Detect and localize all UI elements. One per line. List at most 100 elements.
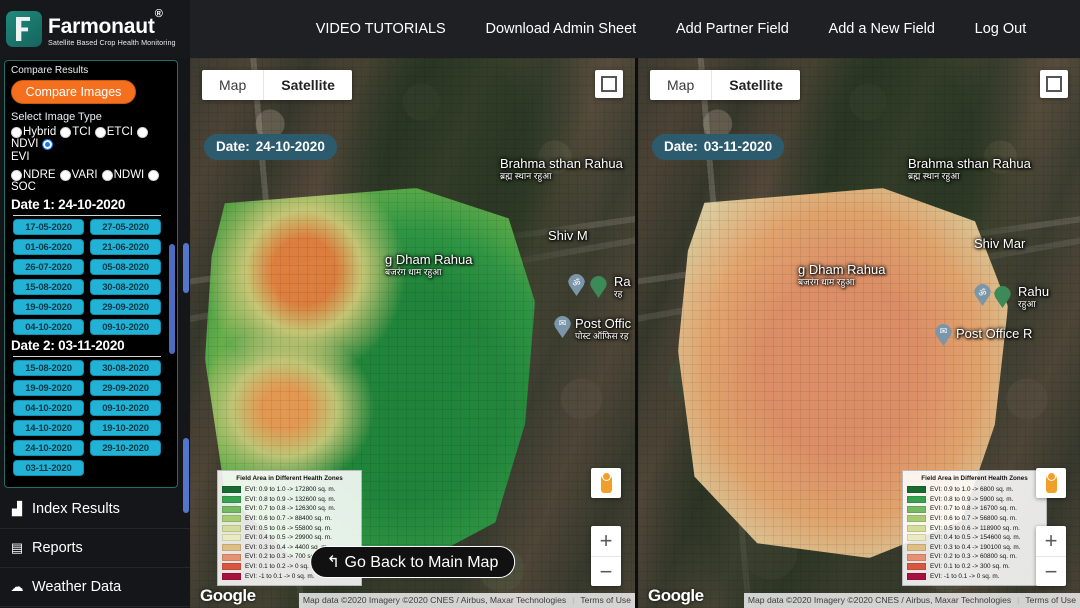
date1-option-10[interactable]: 04-10-2020 — [13, 319, 84, 335]
left-legend-swatch-0 — [222, 486, 241, 494]
radio-label-vari: VARI — [71, 169, 98, 181]
nav-item-video-tutorials[interactable]: VIDEO TUTORIALS — [312, 15, 450, 43]
date1-option-6[interactable]: 15-08-2020 — [13, 279, 84, 295]
left-zoom-in-button[interactable]: + — [591, 526, 621, 556]
nav-item-log-out[interactable]: Log Out — [971, 15, 1031, 43]
leaf-f-logo-icon — [6, 11, 42, 47]
left-legend-swatch-5 — [222, 534, 241, 542]
date1-option-8[interactable]: 19-09-2020 — [13, 299, 84, 315]
left-map-panel[interactable]: Brahma sthan Rahua ब्रह्म स्थान रहुआ Shi… — [190, 58, 635, 608]
nav-item-add-partner-field[interactable]: Add Partner Field — [672, 15, 793, 43]
right-satellite-button[interactable]: Satellite — [711, 70, 800, 100]
left-satellite-button[interactable]: Satellite — [263, 70, 352, 100]
left-legend-swatch-1 — [222, 495, 241, 503]
right-street-view-pegman-icon[interactable] — [1036, 468, 1066, 498]
go-back-to-main-map-button[interactable]: ↰ Go Back to Main Map — [309, 546, 516, 578]
right-zoom-in-button[interactable]: + — [1036, 526, 1066, 556]
right-fullscreen-icon[interactable] — [1040, 70, 1068, 98]
right-date-badge: Date: 03-11-2020 — [652, 134, 785, 160]
left-legend-swatch-6 — [222, 543, 241, 551]
radio-label-ndre: NDRE — [23, 169, 56, 181]
sidebar-item-reports[interactable]: ▤ Reports — [0, 529, 190, 568]
sidebar-item-weather-data[interactable]: ☁ Weather Data — [0, 568, 190, 607]
date2-option-0[interactable]: 15-08-2020 — [13, 360, 84, 376]
left-fullscreen-icon[interactable] — [595, 70, 623, 98]
left-terms-of-use-link[interactable]: Terms of Use — [580, 593, 631, 608]
date2-option-4[interactable]: 04-10-2020 — [13, 400, 84, 416]
radio-ndvi[interactable] — [136, 126, 148, 138]
date2-option-8[interactable]: 24-10-2020 — [13, 440, 84, 456]
radio-tci[interactable] — [60, 126, 72, 138]
right-legend-title: Field Area in Different Health Zones — [921, 474, 1028, 482]
sidebar-item-index-results[interactable]: ▟ Index Results — [0, 490, 190, 529]
left-zoom-out-button[interactable]: − — [591, 556, 621, 586]
left-legend-row-2: EVI: 0.7 to 0.8 -> 126300 sq. m. — [222, 504, 357, 514]
radio-soc[interactable] — [148, 169, 160, 181]
right-legend-row-3: EVI: 0.6 to 0.7 -> 56800 sq. m. — [907, 514, 1042, 524]
date1-option-11[interactable]: 09-10-2020 — [90, 319, 161, 335]
date1-option-1[interactable]: 27-05-2020 — [90, 219, 161, 235]
left-date-value: 24-10-2020 — [255, 139, 325, 154]
brand-tagline: Satellite Based Crop Health Monitoring — [48, 37, 176, 47]
date1-option-9[interactable]: 29-09-2020 — [90, 299, 161, 315]
radio-ndre[interactable] — [11, 169, 22, 181]
right-legend-text-5: EVI: 0.4 to 0.5 -> 154600 sq. m. — [930, 534, 1021, 542]
radio-label-tci: TCI — [72, 126, 91, 138]
left-legend-row-5: EVI: 0.4 to 0.5 -> 29900 sq. m. — [222, 533, 357, 543]
back-arrow-icon: ↰ — [326, 554, 341, 571]
radio-evi[interactable] — [42, 138, 54, 150]
panel-scrollbar-thumb[interactable] — [169, 244, 175, 354]
date2-option-7[interactable]: 19-10-2020 — [90, 420, 161, 436]
right-map-button[interactable]: Map — [650, 70, 711, 100]
radio-ndwi[interactable] — [101, 169, 113, 181]
left-legend-text-4: EVI: 0.5 to 0.6 -> 55800 sq. m. — [245, 524, 332, 532]
radio-hybrid[interactable] — [11, 126, 22, 138]
date2-option-2[interactable]: 19-09-2020 — [13, 380, 84, 396]
right-terms-of-use-link[interactable]: Terms of Use — [1025, 593, 1076, 608]
radio-etci[interactable] — [94, 126, 106, 138]
right-legend-swatch-1 — [907, 495, 926, 503]
select-image-type-label: Select Image Type — [11, 111, 102, 123]
radio-vari[interactable] — [59, 169, 71, 181]
date1-option-0[interactable]: 17-05-2020 — [13, 219, 84, 235]
nav-links: VIDEO TUTORIALS Download Admin Sheet Add… — [190, 15, 1080, 43]
left-legend-row-1: EVI: 0.8 to 0.9 -> 132600 sq. m. — [222, 495, 357, 505]
radio-label-etci: ETCI — [106, 126, 133, 138]
left-street-view-pegman-icon[interactable] — [591, 468, 621, 498]
date1-divider — [13, 215, 161, 216]
left-map-button[interactable]: Map — [202, 70, 263, 100]
compare-images-button[interactable]: Compare Images — [11, 80, 136, 104]
image-type-radio-row-2: NDRE VARI NDWI SOC — [11, 169, 171, 193]
date1-option-2[interactable]: 01-06-2020 — [13, 239, 84, 255]
bar-chart-icon: ▟ — [12, 501, 22, 516]
brand-logo-area[interactable]: Farmonaut® Satellite Based Crop Health M… — [0, 0, 190, 58]
right-map-panel[interactable]: Brahma sthan Rahua ब्रह्म स्थान रहुआ Shi… — [635, 58, 1080, 608]
right-attribution-text: Map data ©2020 Imagery ©2020 CNES / Airb… — [747, 595, 1012, 605]
left-legend-text-9: EVI: -1 to 0.1 -> 0 sq. m. — [245, 572, 315, 580]
date2-option-6[interactable]: 14-10-2020 — [13, 420, 84, 436]
left-legend-swatch-9 — [222, 572, 241, 580]
date2-option-10[interactable]: 03-11-2020 — [13, 460, 84, 476]
left-map-type-switch: Map Satellite — [202, 70, 352, 100]
radio-label-evi: EVI — [11, 151, 30, 163]
left-google-watermark: Google — [200, 586, 256, 605]
left-legend-text-2: EVI: 0.7 to 0.8 -> 126300 sq. m. — [245, 505, 336, 513]
nav-item-download-admin-sheet[interactable]: Download Admin Sheet — [481, 15, 640, 43]
date2-option-3[interactable]: 29-09-2020 — [90, 380, 161, 396]
right-zoom-out-button[interactable]: − — [1036, 556, 1066, 586]
date1-option-4[interactable]: 26-07-2020 — [13, 259, 84, 275]
date1-option-7[interactable]: 30-08-2020 — [90, 279, 161, 295]
date2-button-grid: 15-08-2020 30-08-2020 19-09-2020 29-09-2… — [11, 360, 171, 476]
date2-option-5[interactable]: 09-10-2020 — [90, 400, 161, 416]
brand-text: Farmonaut® Satellite Based Crop Health M… — [48, 8, 176, 48]
date2-option-1[interactable]: 30-08-2020 — [90, 360, 161, 376]
nav-item-add-a-new-field[interactable]: Add a New Field — [825, 15, 939, 43]
right-legend-row-7: EVI: 0.2 to 0.3 -> 60800 sq. m. — [907, 552, 1042, 562]
date1-option-5[interactable]: 05-08-2020 — [90, 259, 161, 275]
compare-results-panel: Compare Results Compare Images Select Im… — [4, 60, 178, 488]
left-legend-row-3: EVI: 0.6 to 0.7 -> 88400 sq. m. — [222, 514, 357, 524]
date2-option-9[interactable]: 29-10-2020 — [90, 440, 161, 456]
sidebar-scrollbar-thumb-upper[interactable] — [183, 243, 189, 293]
date1-option-3[interactable]: 21-06-2020 — [90, 239, 161, 255]
compare-results-label: Compare Results — [11, 65, 89, 76]
